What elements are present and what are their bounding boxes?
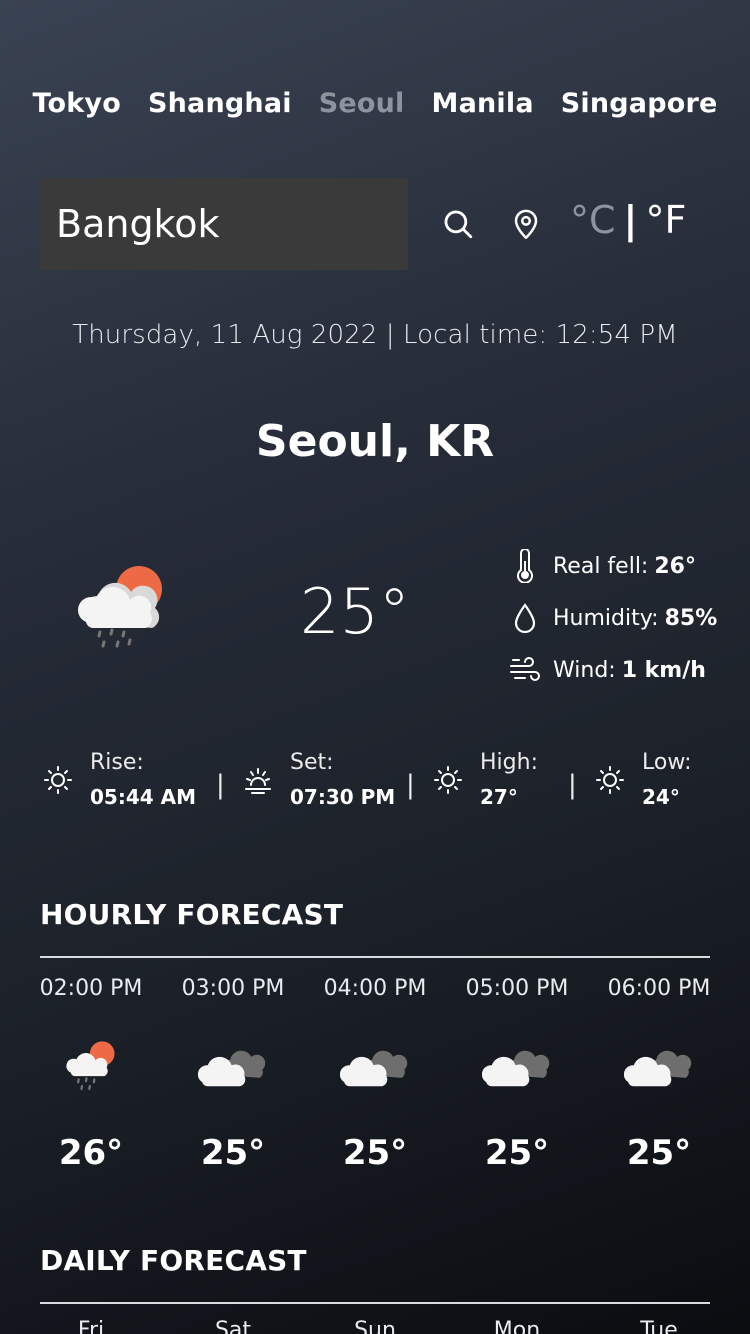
cloudy-icon xyxy=(624,1050,692,1087)
hourly-time: 04:00 PM xyxy=(323,976,427,1001)
divider: | xyxy=(568,770,577,800)
local-datetime: Thursday, 11 Aug 2022 | Local time: 12:5… xyxy=(72,320,678,350)
sunrise-value: 05:44 AM xyxy=(90,785,197,809)
city-nav: Tokyo Shanghai Seoul Manila Singapore xyxy=(0,88,750,119)
hourly-forecast-title: HOURLY FORECAST xyxy=(40,898,344,931)
current-temperature: 25° xyxy=(300,575,410,648)
daily-day: Fri xyxy=(77,1318,105,1334)
low-item: Low: 24° xyxy=(592,750,692,809)
real-feel-row: Real fell: 26° xyxy=(505,540,735,592)
city-link-manila[interactable]: Manila xyxy=(432,88,534,119)
daily-forecast-list: Fri Sat Sun Mon Tue xyxy=(20,1318,730,1334)
hourly-time: 02:00 PM xyxy=(39,976,143,1001)
hourly-time: 05:00 PM xyxy=(465,976,569,1001)
unit-separator: | xyxy=(623,198,638,242)
sun-info-row: Rise: 05:44 AM | Set: 07:30 PM | High: 27° … xyxy=(40,750,720,820)
cloudy-icon xyxy=(340,1050,408,1087)
hourly-time: 03:00 PM xyxy=(181,976,285,1001)
low-value: 24° xyxy=(642,785,680,809)
hourly-temp: 25° xyxy=(626,1133,692,1173)
unit-toggle: °C | °F xyxy=(570,198,686,242)
sunset-label: Set: xyxy=(290,750,334,775)
humidity-label: Humidity: xyxy=(553,605,659,631)
high-value: 27° xyxy=(480,785,518,809)
location-button[interactable] xyxy=(506,202,546,246)
cloudy-icon xyxy=(198,1050,266,1087)
divider-line xyxy=(40,956,710,958)
hourly-temp: 25° xyxy=(200,1133,266,1173)
sun-icon xyxy=(434,765,462,794)
real-feel-label: Real fell: xyxy=(553,553,649,579)
humidity-row: Humidity: 85% xyxy=(505,592,735,644)
hourly-item: 05:00 PM 25° xyxy=(446,976,588,1173)
sunrise-label: Rise: xyxy=(90,750,144,775)
rain-cloud-sun-icon xyxy=(66,1041,115,1091)
daily-day: Sun xyxy=(354,1318,396,1334)
sun-icon xyxy=(596,765,624,794)
hourly-forecast-list: 02:00 PM 26° 03:00 PM 25° 04:00 PM 25° 0… xyxy=(20,976,730,1173)
search-input[interactable] xyxy=(56,202,396,246)
thermometer-icon xyxy=(517,549,533,583)
divider: | xyxy=(406,770,415,800)
search-row: °C | °F xyxy=(40,178,710,270)
real-feel-value: 26° xyxy=(654,553,696,579)
wind-row: Wind: 1 km/h xyxy=(505,644,735,696)
fahrenheit-button[interactable]: °F xyxy=(645,198,686,242)
low-label: Low: xyxy=(642,750,692,775)
hourly-item: 02:00 PM 26° xyxy=(20,976,162,1173)
city-link-seoul[interactable]: Seoul xyxy=(319,88,405,119)
hourly-item: 06:00 PM 25° xyxy=(588,976,730,1173)
city-link-shanghai[interactable]: Shanghai xyxy=(148,88,292,119)
droplet-icon xyxy=(514,603,536,634)
high-label: High: xyxy=(480,750,538,775)
daily-day: Mon xyxy=(493,1318,541,1334)
wind-icon xyxy=(510,657,540,681)
cloudy-icon xyxy=(482,1050,550,1087)
hourly-temp: 26° xyxy=(58,1133,124,1173)
wind-value: 1 km/h xyxy=(621,657,706,683)
rain-cloud-sun-icon xyxy=(72,560,172,660)
daily-forecast-title: DAILY FORECAST xyxy=(40,1244,307,1277)
hourly-temp: 25° xyxy=(342,1133,408,1173)
city-link-singapore[interactable]: Singapore xyxy=(561,88,718,119)
search-icon xyxy=(444,210,473,239)
location-pin-icon xyxy=(514,209,538,239)
search-button[interactable] xyxy=(438,202,478,246)
high-item: High: 27° xyxy=(430,750,538,809)
sunset-icon xyxy=(245,767,271,794)
search-box xyxy=(40,178,408,270)
celsius-button[interactable]: °C xyxy=(570,198,616,242)
sunset-item: Set: 07:30 PM xyxy=(240,750,395,809)
sun-icon xyxy=(44,765,72,794)
sunset-value: 07:30 PM xyxy=(290,785,396,809)
weather-details: Real fell: 26° Humidity: 85% Wind: 1 km/… xyxy=(505,540,735,696)
hourly-temp: 25° xyxy=(484,1133,550,1173)
daily-day: Sat xyxy=(214,1318,252,1334)
hourly-time: 06:00 PM xyxy=(607,976,711,1001)
daily-day: Tue xyxy=(640,1318,678,1334)
hourly-item: 04:00 PM 25° xyxy=(304,976,446,1173)
wind-label: Wind: xyxy=(553,657,616,683)
location-title: Seoul, KR xyxy=(255,416,495,467)
sunrise-item: Rise: 05:44 AM xyxy=(40,750,196,809)
city-link-tokyo[interactable]: Tokyo xyxy=(32,88,121,119)
divider: | xyxy=(216,770,225,800)
hourly-item: 03:00 PM 25° xyxy=(162,976,304,1173)
humidity-value: 85% xyxy=(664,605,718,631)
divider-line xyxy=(40,1302,710,1304)
